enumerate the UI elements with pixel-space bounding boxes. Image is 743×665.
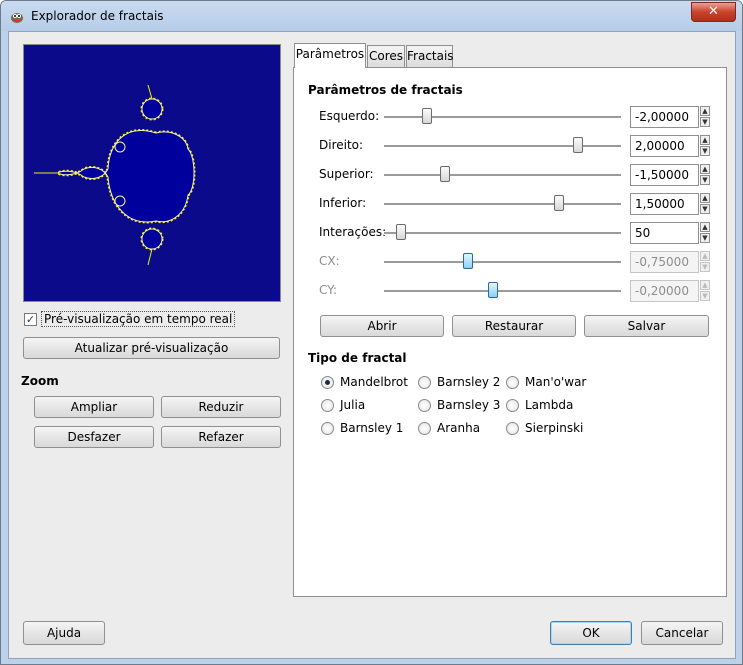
right-slider-thumb[interactable] bbox=[573, 137, 583, 153]
radio-label-sierpinski[interactable]: Sierpinski bbox=[525, 421, 583, 435]
fractal-preview[interactable] bbox=[23, 44, 281, 302]
radio-label-barnsley-3[interactable]: Barnsley 3 bbox=[437, 398, 500, 412]
cy-increment-icon[interactable]: ▲ bbox=[700, 280, 710, 290]
close-button[interactable]: ✕ bbox=[691, 2, 736, 22]
dialog-window: Explorador de fractais ✕ ✓ Pré-visualiza… bbox=[0, 0, 743, 665]
cx-decrement-icon[interactable]: ▼ bbox=[700, 262, 710, 272]
radio-spider[interactable] bbox=[418, 422, 431, 435]
gimp-app-icon bbox=[11, 13, 23, 23]
cx-slider-track[interactable] bbox=[384, 261, 621, 264]
top-slider-thumb[interactable] bbox=[440, 166, 450, 182]
fractal-type-title: Tipo de fractal bbox=[308, 351, 407, 365]
radio-label-barnsley-1[interactable]: Barnsley 1 bbox=[340, 421, 403, 435]
radio-label-lambda[interactable]: Lambda bbox=[525, 398, 573, 412]
iterations-increment-icon[interactable]: ▲ bbox=[700, 222, 710, 232]
radio-barnsley-3[interactable] bbox=[418, 399, 431, 412]
left-label: Esquerdo: bbox=[319, 109, 380, 123]
bottom-value-input[interactable]: 1,50000 bbox=[630, 193, 699, 215]
redo-zoom-button[interactable]: Refazer bbox=[161, 426, 281, 448]
bottom-slider-thumb[interactable] bbox=[554, 195, 564, 211]
bottom-slider-track[interactable] bbox=[384, 203, 621, 206]
fractal-parameters-title: Parâmetros de fractais bbox=[308, 83, 463, 97]
undo-zoom-button[interactable]: Desfazer bbox=[34, 426, 154, 448]
bottom-increment-icon[interactable]: ▲ bbox=[700, 193, 710, 203]
dialog-client-area: ✓ Pré-visualização em tempo real Atualiz… bbox=[8, 31, 736, 659]
zoom-out-button[interactable]: Reduzir bbox=[161, 396, 281, 418]
update-preview-button[interactable]: Atualizar pré-visualização bbox=[23, 337, 280, 359]
tab-colors[interactable]: Cores bbox=[367, 45, 405, 67]
right-increment-icon[interactable]: ▲ bbox=[700, 135, 710, 145]
top-decrement-icon[interactable]: ▼ bbox=[700, 175, 710, 185]
save-button[interactable]: Salvar bbox=[584, 315, 709, 337]
left-value-input[interactable]: -2,00000 bbox=[630, 106, 699, 128]
close-icon: ✕ bbox=[708, 4, 719, 19]
radio-julia[interactable] bbox=[321, 399, 334, 412]
radio-mandelbrot[interactable] bbox=[321, 376, 334, 389]
realtime-preview-label[interactable]: Pré-visualização em tempo real bbox=[41, 311, 236, 327]
open-button[interactable]: Abrir bbox=[320, 315, 444, 337]
radio-sierpinski[interactable] bbox=[506, 422, 519, 435]
left-increment-icon[interactable]: ▲ bbox=[700, 106, 710, 116]
top-increment-icon[interactable]: ▲ bbox=[700, 164, 710, 174]
right-value-input[interactable]: 2,00000 bbox=[630, 135, 699, 157]
radio-lambda[interactable] bbox=[506, 399, 519, 412]
iterations-slider-track[interactable] bbox=[384, 232, 621, 235]
cx-increment-icon[interactable]: ▲ bbox=[700, 251, 710, 261]
radio-label-julia[interactable]: Julia bbox=[340, 398, 365, 412]
radio-manowar[interactable] bbox=[506, 376, 519, 389]
cx-slider-thumb[interactable] bbox=[463, 253, 473, 269]
tab-parameters[interactable]: Parâmetros bbox=[294, 43, 366, 68]
left-slider-track[interactable] bbox=[384, 116, 621, 119]
cy-slider-track[interactable] bbox=[384, 290, 621, 293]
radio-label-spider[interactable]: Aranha bbox=[437, 421, 480, 435]
cy-value-input[interactable]: -0,20000 bbox=[630, 280, 699, 302]
left-slider-thumb[interactable] bbox=[422, 108, 432, 124]
iterations-slider-thumb[interactable] bbox=[396, 224, 406, 240]
cy-decrement-icon[interactable]: ▼ bbox=[700, 291, 710, 301]
bottom-decrement-icon[interactable]: ▼ bbox=[700, 204, 710, 214]
iterations-label: Interações: bbox=[319, 225, 387, 239]
radio-barnsley-2[interactable] bbox=[418, 376, 431, 389]
iterations-decrement-icon[interactable]: ▼ bbox=[700, 233, 710, 243]
radio-barnsley-1[interactable] bbox=[321, 422, 334, 435]
parameters-panel: Parâmetros de fractais Esquerdo: -2,0000… bbox=[293, 67, 727, 597]
cx-label: CX: bbox=[319, 254, 340, 268]
right-slider-track[interactable] bbox=[384, 145, 621, 148]
cx-value-input[interactable]: -0,75000 bbox=[630, 251, 699, 273]
radio-label-mandelbrot[interactable]: Mandelbrot bbox=[340, 375, 408, 389]
cy-label: CY: bbox=[319, 283, 337, 297]
radio-label-manowar[interactable]: Man'o'war bbox=[525, 375, 586, 389]
ok-button[interactable]: OK bbox=[550, 621, 632, 645]
title-bar[interactable]: Explorador de fractais ✕ bbox=[1, 1, 742, 31]
top-slider-track[interactable] bbox=[384, 174, 621, 177]
tab-fractals[interactable]: Fractais bbox=[406, 45, 454, 67]
iterations-value-input[interactable]: 50 bbox=[630, 222, 699, 244]
radio-label-barnsley-2[interactable]: Barnsley 2 bbox=[437, 375, 500, 389]
right-decrement-icon[interactable]: ▼ bbox=[700, 146, 710, 156]
help-button[interactable]: Ajuda bbox=[23, 621, 105, 645]
top-label: Superior: bbox=[319, 167, 374, 181]
realtime-preview-checkbox[interactable]: ✓ bbox=[24, 313, 37, 326]
zoom-in-button[interactable]: Ampliar bbox=[34, 396, 154, 418]
reset-button[interactable]: Restaurar bbox=[452, 315, 576, 337]
bottom-label: Inferior: bbox=[319, 196, 367, 210]
left-decrement-icon[interactable]: ▼ bbox=[700, 117, 710, 127]
cancel-button[interactable]: Cancelar bbox=[641, 621, 723, 645]
top-value-input[interactable]: -1,50000 bbox=[630, 164, 699, 186]
right-label: Direito: bbox=[319, 138, 364, 152]
checkmark-icon: ✓ bbox=[25, 313, 36, 326]
cy-slider-thumb[interactable] bbox=[488, 282, 498, 298]
zoom-section-title: Zoom bbox=[21, 374, 59, 388]
window-title: Explorador de fractais bbox=[31, 9, 164, 23]
